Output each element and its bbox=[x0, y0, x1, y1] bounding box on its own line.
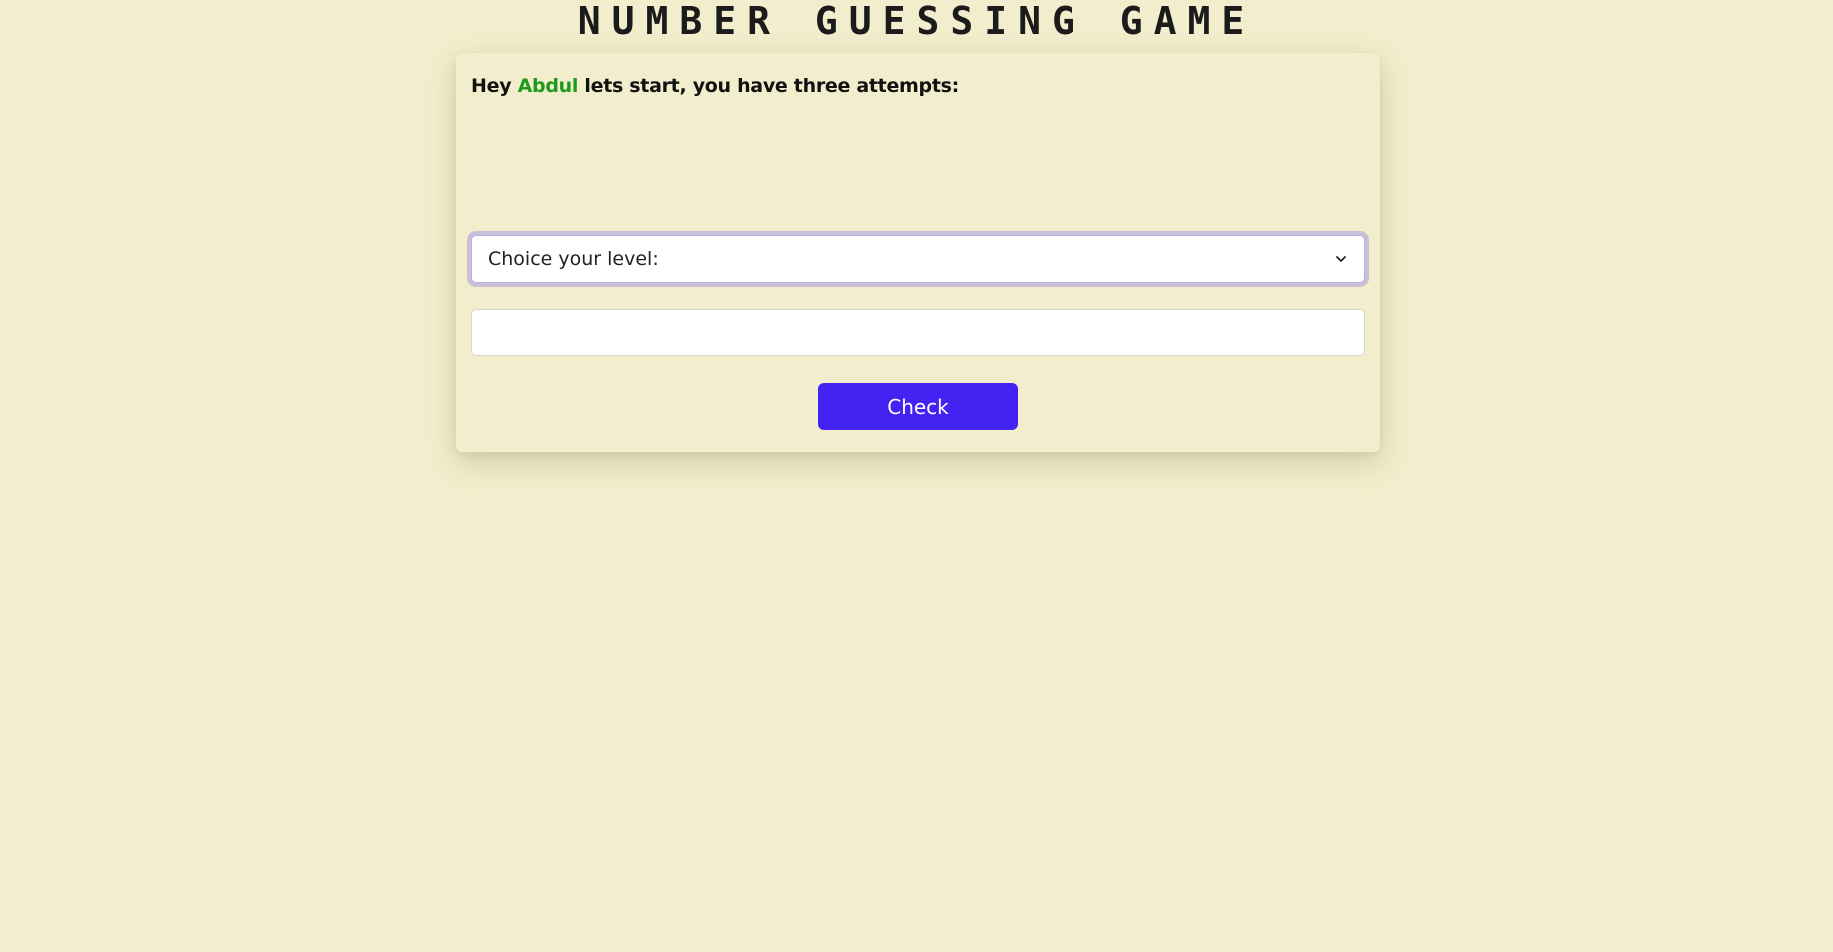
chevron-down-icon bbox=[1332, 250, 1350, 268]
game-card: Hey Abdul lets start, you have three att… bbox=[456, 53, 1380, 452]
check-button[interactable]: Check bbox=[818, 383, 1018, 430]
greeting-text: Hey Abdul lets start, you have three att… bbox=[471, 75, 959, 97]
greeting-prefix: Hey bbox=[471, 75, 512, 97]
player-name: Abdul bbox=[517, 75, 579, 97]
level-select[interactable]: Choice your level: bbox=[471, 235, 1365, 283]
level-select-value: Choice your level: bbox=[488, 248, 659, 270]
page-title: NUMBER GUESSING GAME bbox=[577, 0, 1256, 43]
guess-input[interactable] bbox=[471, 309, 1365, 356]
greeting-suffix: lets start, you have three attempts: bbox=[584, 75, 959, 97]
